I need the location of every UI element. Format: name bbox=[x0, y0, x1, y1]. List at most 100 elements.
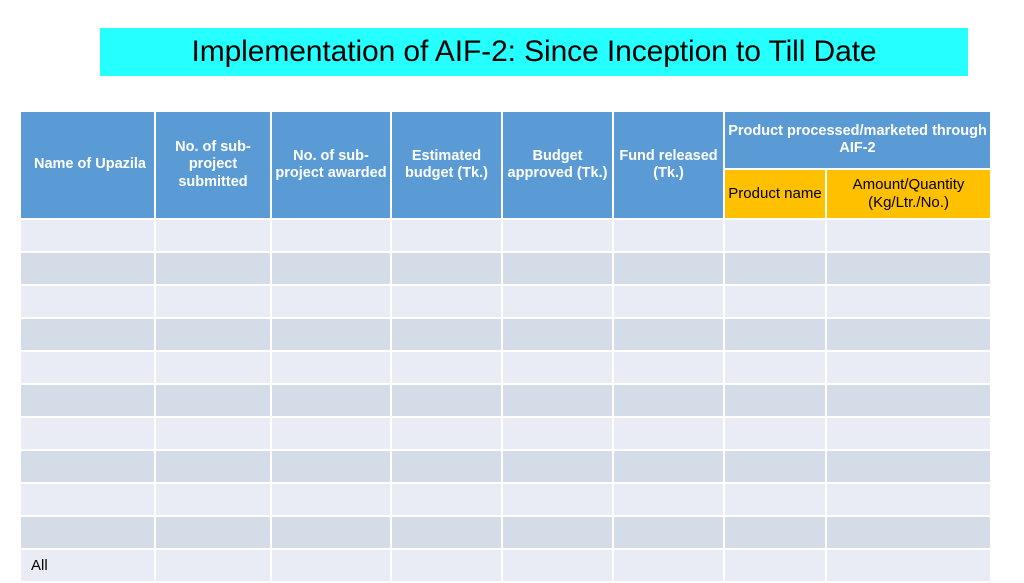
cell-approved bbox=[503, 220, 614, 253]
cell-awarded bbox=[272, 517, 392, 550]
cell-released bbox=[614, 319, 725, 352]
column-header-subproject-awarded: No. of sub-project awarded bbox=[272, 112, 392, 220]
cell-approved bbox=[503, 418, 614, 451]
table-row bbox=[21, 286, 991, 319]
cell-released bbox=[614, 286, 725, 319]
cell-awarded bbox=[272, 220, 392, 253]
cell-estimated bbox=[392, 550, 503, 583]
cell-product-name bbox=[725, 484, 827, 517]
cell-approved bbox=[503, 286, 614, 319]
cell-product-amount bbox=[827, 385, 991, 418]
cell-released bbox=[614, 517, 725, 550]
cell-released bbox=[614, 253, 725, 286]
cell-awarded bbox=[272, 286, 392, 319]
column-header-subproject-submitted: No. of sub-project submitted bbox=[156, 112, 272, 220]
column-header-product-group: Product processed/marketed through AIF-2 bbox=[725, 112, 991, 170]
cell-upazila bbox=[21, 517, 156, 550]
cell-upazila bbox=[21, 286, 156, 319]
cell-product-amount bbox=[827, 286, 991, 319]
column-header-product-amount: Amount/Quantity (Kg/Ltr./No.) bbox=[827, 170, 991, 220]
cell-approved bbox=[503, 550, 614, 583]
header-row-primary: Name of Upazila No. of sub-project submi… bbox=[21, 112, 991, 220]
cell-upazila bbox=[21, 385, 156, 418]
slide-title-banner: Implementation of AIF-2: Since Inception… bbox=[100, 28, 968, 76]
cell-upazila bbox=[21, 220, 156, 253]
table-row bbox=[21, 517, 991, 550]
cell-estimated bbox=[392, 286, 503, 319]
cell-product-name bbox=[725, 517, 827, 550]
cell-product-amount bbox=[827, 319, 991, 352]
cell-released bbox=[614, 451, 725, 484]
column-header-fund-released: Fund released (Tk.) bbox=[614, 112, 725, 220]
cell-upazila bbox=[21, 319, 156, 352]
page-title: Implementation of AIF-2: Since Inception… bbox=[191, 35, 877, 68]
table-row bbox=[21, 220, 991, 253]
cell-product-name bbox=[725, 451, 827, 484]
table-row bbox=[21, 418, 991, 451]
cell-approved bbox=[503, 484, 614, 517]
cell-approved bbox=[503, 253, 614, 286]
cell-awarded bbox=[272, 319, 392, 352]
cell-product-amount bbox=[827, 352, 991, 385]
cell-product-amount bbox=[827, 253, 991, 286]
cell-approved bbox=[503, 517, 614, 550]
cell-awarded bbox=[272, 418, 392, 451]
cell-upazila bbox=[21, 253, 156, 286]
cell-submitted bbox=[156, 286, 272, 319]
table-row bbox=[21, 319, 991, 352]
cell-upazila bbox=[21, 352, 156, 385]
cell-approved bbox=[503, 451, 614, 484]
cell-released bbox=[614, 220, 725, 253]
cell-product-amount bbox=[827, 517, 991, 550]
cell-approved bbox=[503, 319, 614, 352]
implementation-table: Name of Upazila No. of sub-project submi… bbox=[21, 112, 991, 583]
column-header-estimated-budget: Estimated budget (Tk.) bbox=[392, 112, 503, 220]
cell-estimated bbox=[392, 451, 503, 484]
column-header-product-name: Product name bbox=[725, 170, 827, 220]
cell-awarded bbox=[272, 550, 392, 583]
cell-awarded bbox=[272, 253, 392, 286]
cell-product-amount bbox=[827, 451, 991, 484]
cell-estimated bbox=[392, 385, 503, 418]
cell-product-name bbox=[725, 220, 827, 253]
cell-estimated bbox=[392, 319, 503, 352]
cell-estimated bbox=[392, 352, 503, 385]
column-header-upazila: Name of Upazila bbox=[21, 112, 156, 220]
cell-released bbox=[614, 418, 725, 451]
cell-upazila bbox=[21, 451, 156, 484]
cell-awarded bbox=[272, 385, 392, 418]
table-row bbox=[21, 484, 991, 517]
cell-product-amount bbox=[827, 484, 991, 517]
cell-estimated bbox=[392, 253, 503, 286]
cell-released bbox=[614, 352, 725, 385]
cell-upazila: All bbox=[21, 550, 156, 583]
cell-released bbox=[614, 484, 725, 517]
cell-product-amount bbox=[827, 550, 991, 583]
table-row bbox=[21, 385, 991, 418]
cell-awarded bbox=[272, 451, 392, 484]
cell-submitted bbox=[156, 319, 272, 352]
cell-awarded bbox=[272, 352, 392, 385]
column-header-budget-approved: Budget approved (Tk.) bbox=[503, 112, 614, 220]
cell-upazila bbox=[21, 418, 156, 451]
table-row bbox=[21, 352, 991, 385]
cell-submitted bbox=[156, 418, 272, 451]
cell-submitted bbox=[156, 550, 272, 583]
cell-product-name bbox=[725, 352, 827, 385]
cell-submitted bbox=[156, 385, 272, 418]
cell-estimated bbox=[392, 517, 503, 550]
table-body: All bbox=[21, 220, 991, 583]
cell-product-name bbox=[725, 253, 827, 286]
cell-approved bbox=[503, 385, 614, 418]
cell-submitted bbox=[156, 220, 272, 253]
cell-estimated bbox=[392, 220, 503, 253]
cell-upazila bbox=[21, 484, 156, 517]
cell-submitted bbox=[156, 451, 272, 484]
table-row bbox=[21, 253, 991, 286]
cell-submitted bbox=[156, 484, 272, 517]
table-row: All bbox=[21, 550, 991, 583]
table-row bbox=[21, 451, 991, 484]
cell-released bbox=[614, 550, 725, 583]
cell-product-name bbox=[725, 550, 827, 583]
cell-submitted bbox=[156, 253, 272, 286]
